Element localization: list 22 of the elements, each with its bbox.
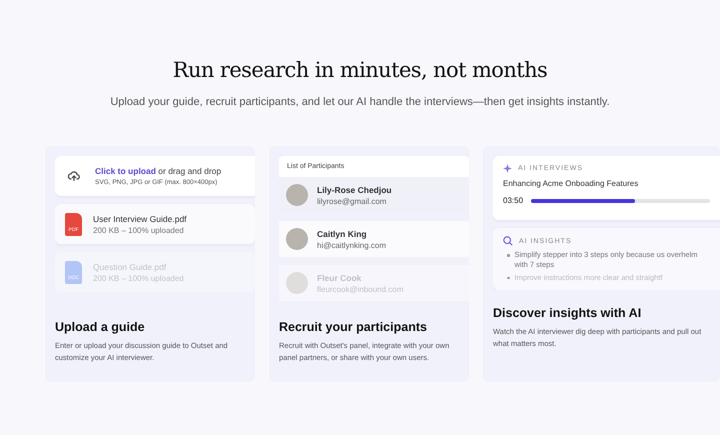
avatar	[286, 184, 308, 206]
sparkle-icon	[503, 164, 512, 173]
card-title: Discover insights with AI	[493, 306, 642, 320]
card-title: Recruit your participants	[279, 320, 428, 334]
avatar	[286, 228, 308, 250]
bullet-icon	[507, 254, 510, 256]
upload-cloud-icon	[67, 169, 81, 183]
search-icon	[503, 236, 513, 246]
bullet-icon	[507, 276, 510, 279]
upload-instruction: Click to upload or drag and drop	[95, 166, 222, 176]
interview-title: Enhancing Acme Onboading Features	[503, 179, 640, 188]
participant-name: Lily-Rose Chedjou	[317, 184, 392, 194]
participant-email: hi@caitlynking.com	[317, 240, 386, 250]
file-name: User Interview Guide.pdf	[93, 214, 187, 224]
avatar	[286, 272, 308, 294]
interview-time: 03:50	[503, 196, 524, 205]
file-status: 200 KB – 100% uploaded	[93, 226, 185, 234]
section-heading: Run research in minutes, not months	[172, 58, 548, 82]
card-title: Upload a guide	[55, 320, 146, 334]
participant-email: lilyrose@gmail.com	[317, 196, 388, 206]
participant-name: Caitlyn King	[317, 228, 368, 238]
section-subheading: Upload your guide, recruit participants, and let our AI handle the interviews—then get insights instantly.	[109, 96, 611, 108]
